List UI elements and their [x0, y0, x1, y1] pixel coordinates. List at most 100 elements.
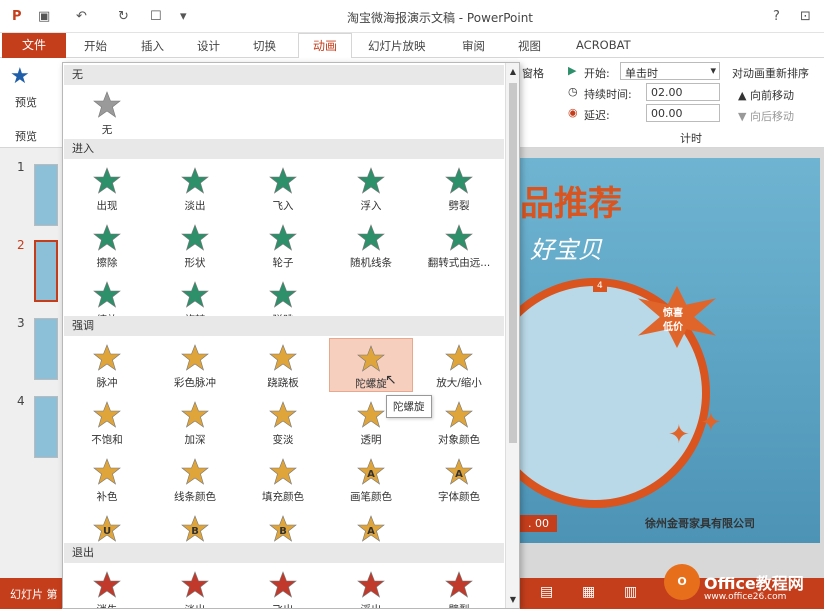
slide-thumbnail[interactable] [34, 318, 58, 380]
title-bar: P ▣ ↶ ↻ ☐ ▾ 淘宝微海报演示文稿 - PowerPoint ? ⊡ [0, 0, 824, 33]
tab-animations[interactable]: 动画 [298, 33, 352, 59]
tab-acrobat[interactable]: ACROBAT [576, 38, 631, 52]
animation-item[interactable]: 放大/缩小 [417, 338, 501, 392]
animation-item[interactable]: 浮入 [329, 161, 413, 215]
tooltip: 陀螺旋 [386, 395, 432, 418]
delay-icon: ◉ [568, 106, 578, 119]
star-icon [93, 401, 121, 428]
slide-marker: 4 [593, 280, 607, 292]
price-tag[interactable]: . 00 [520, 515, 557, 532]
slide-subline[interactable]: 好宝贝 [530, 230, 602, 265]
animation-item[interactable]: 出现 [65, 161, 149, 215]
animation-item[interactable]: 脉冲 [65, 338, 149, 392]
animation-item-none[interactable]: 无 [65, 85, 149, 139]
slide-thumbnail[interactable] [34, 164, 58, 226]
move-later-button[interactable]: ▼ 向后移动 [738, 108, 794, 124]
redo-icon[interactable]: ↻ [118, 9, 129, 24]
scroll-thumb[interactable] [509, 83, 517, 443]
star-icon [93, 458, 121, 485]
tab-review[interactable]: 审阅 [462, 38, 485, 54]
animation-item[interactable]: 填充颜色 [241, 452, 325, 506]
scroll-down-icon[interactable]: ▼ [508, 595, 518, 605]
move-earlier-button[interactable]: ▲ 向前移动 [738, 87, 794, 103]
animation-item[interactable]: 形状 [153, 218, 237, 272]
slide-canvas[interactable]: 品推荐 好宝贝 4 惊喜 低价 ✦ ✦ . 00 徐州金哥家具有限公司 [520, 158, 820, 543]
move-earlier-label: 向前移动 [749, 89, 794, 102]
animation-label: 跷跷板 [267, 377, 299, 389]
star-icon [93, 281, 121, 308]
animation-label: 轮子 [272, 257, 294, 269]
animation-label: 彩色脉冲 [174, 377, 216, 389]
animation-item[interactable]: 擦除 [65, 218, 149, 272]
help-button[interactable]: ? [773, 9, 780, 24]
animation-item[interactable]: 飞入 [241, 161, 325, 215]
animation-item[interactable]: 线条颜色 [153, 452, 237, 506]
animation-item[interactable]: 轮子 [241, 218, 325, 272]
animation-item[interactable]: 不饱和 [65, 395, 149, 449]
animation-item[interactable]: 浮出 [329, 565, 413, 608]
gallery-scrollbar[interactable]: ▲ ▼ [505, 63, 519, 608]
preview-star-icon[interactable]: ★ [10, 64, 30, 89]
animation-item[interactable]: A 字体颜色 [417, 452, 501, 506]
tab-view[interactable]: 视图 [518, 38, 541, 54]
star-icon [269, 571, 297, 598]
tab-transitions[interactable]: 切换 [253, 38, 276, 54]
customize-quick-access-icon[interactable]: ▾ [180, 9, 187, 24]
animation-item[interactable]: 彩色脉冲 [153, 338, 237, 392]
reading-view-icon[interactable]: ▥ [624, 584, 637, 600]
section-exit-header: 退出 [64, 543, 504, 563]
animation-item[interactable]: A 画笔颜色 [329, 452, 413, 506]
tab-home[interactable]: 开始 [84, 38, 107, 54]
slide-thumbnail[interactable] [34, 396, 58, 458]
start-select[interactable]: 单击时 ▾ [620, 62, 720, 80]
slide-count-status: 幻灯片 第 [10, 588, 58, 601]
star-icon [181, 571, 209, 598]
animation-item[interactable]: 淡出 [153, 565, 237, 608]
delay-input[interactable]: 00.00 [646, 104, 720, 122]
star-icon [181, 401, 209, 428]
animation-item[interactable]: 变淡 [241, 395, 325, 449]
animation-label: 擦除 [96, 257, 118, 269]
slide-headline[interactable]: 品推荐 [520, 176, 622, 225]
office-logo-icon: O [664, 564, 700, 600]
slide-number: 3 [17, 316, 25, 330]
slide-number: 1 [17, 160, 25, 174]
star-icon [93, 224, 121, 251]
animation-item[interactable]: 翻转式由远... [417, 218, 501, 272]
animation-item[interactable]: 劈裂 [417, 161, 501, 215]
save-icon[interactable]: ▣ [38, 9, 50, 24]
tab-insert[interactable]: 插入 [141, 38, 164, 54]
animation-item[interactable]: 加深 [153, 395, 237, 449]
ribbon-display-icon[interactable]: ⊡ [800, 9, 811, 24]
animation-pane-label[interactable]: 窗格 [522, 65, 544, 81]
mouse-cursor-icon: ↖ [385, 372, 397, 388]
present-icon[interactable]: ☐ [150, 9, 162, 24]
animation-label: 消失 [65, 602, 149, 608]
slide-thumbnail-current[interactable] [34, 240, 58, 302]
powerpoint-logo-icon: P [12, 9, 22, 24]
delay-label: 延迟: [584, 109, 610, 122]
star-icon [269, 458, 297, 485]
normal-view-icon[interactable]: ▤ [540, 584, 553, 600]
clock-icon: ◷ [568, 85, 578, 98]
duration-input[interactable]: 02.00 [646, 83, 720, 101]
section-entrance-header: 进入 [64, 139, 504, 159]
animation-item[interactable]: 补色 [65, 452, 149, 506]
animation-item[interactable]: 跷跷板 [241, 338, 325, 392]
company-name[interactable]: 徐州金哥家具有限公司 [645, 515, 755, 531]
animation-item[interactable]: 飞出 [241, 565, 325, 608]
preview-button[interactable]: 预览 [15, 94, 37, 110]
tab-design[interactable]: 设计 [197, 38, 220, 54]
animation-item[interactable]: 随机线条 [329, 218, 413, 272]
animation-label: 劈裂 [417, 602, 501, 608]
slide-sorter-icon[interactable]: ▦ [582, 584, 595, 600]
badge-line-1: 惊喜 [663, 308, 683, 319]
animation-item[interactable]: 劈裂 [417, 565, 501, 608]
tab-file[interactable]: 文件 [2, 33, 66, 58]
undo-icon[interactable]: ↶ [76, 9, 87, 24]
animation-item[interactable]: 淡出 [153, 161, 237, 215]
tab-slideshow[interactable]: 幻灯片放映 [368, 38, 426, 54]
scroll-up-icon[interactable]: ▲ [508, 67, 518, 77]
animation-item[interactable]: 陀螺旋 [329, 338, 413, 392]
animation-item[interactable]: 消失 [65, 565, 149, 608]
